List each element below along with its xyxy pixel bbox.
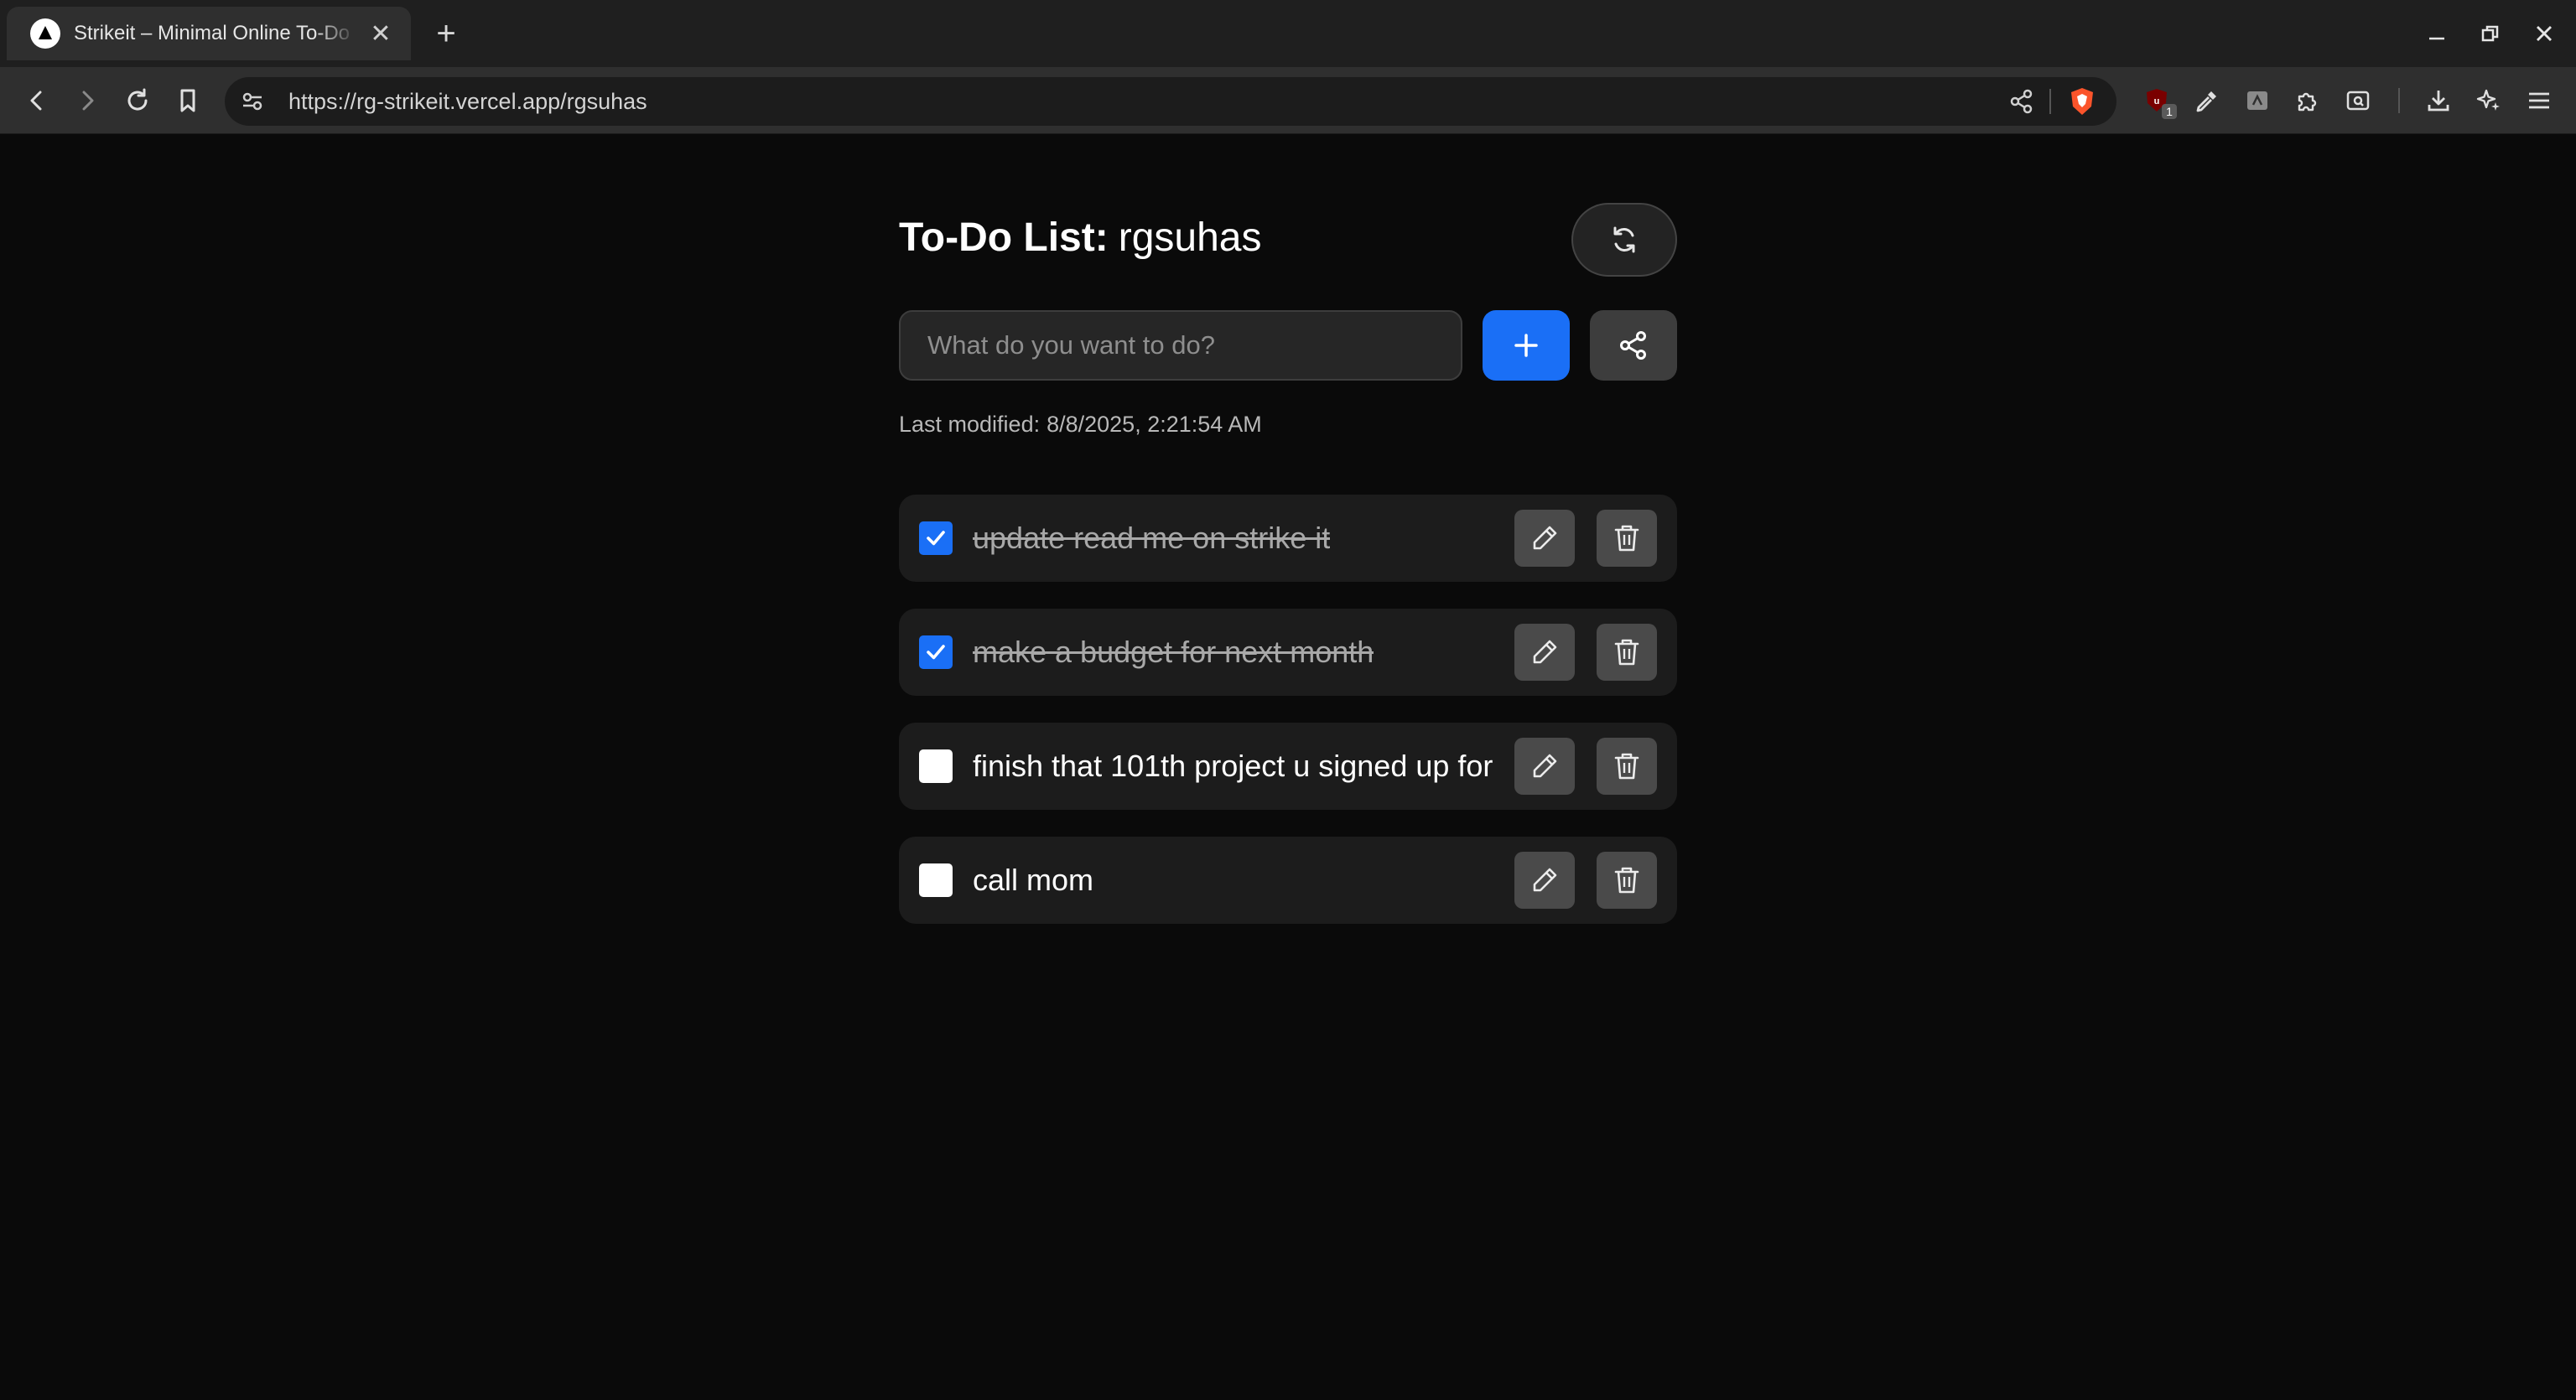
brave-shields-icon[interactable] xyxy=(2068,86,2096,121)
todo-item: call mom xyxy=(899,837,1677,924)
restore-button[interactable] xyxy=(2469,12,2512,55)
checkmark-icon xyxy=(927,531,945,546)
title-prefix: To-Do List: xyxy=(899,215,1109,260)
tab-close-icon[interactable]: ✕ xyxy=(364,19,397,49)
reload-icon xyxy=(127,88,148,111)
back-icon xyxy=(30,91,42,111)
todo-text: call mom xyxy=(973,863,1094,897)
todo-item: update read me on strike it xyxy=(899,495,1677,582)
extension-app-icon xyxy=(2247,91,2267,110)
edit-todo-button[interactable] xyxy=(1514,852,1575,909)
minimize-button[interactable] xyxy=(2415,12,2459,55)
todo-item: finish that 101th project u signed up fo… xyxy=(899,723,1677,810)
plus-icon xyxy=(1514,334,1538,357)
vercel-favicon-icon xyxy=(30,18,60,49)
address-bar[interactable]: https://rg-strikeit.vercel.app/rgsuhas xyxy=(225,77,2116,126)
browser-toolbar: https://rg-strikeit.vercel.app/rgsuhas u… xyxy=(0,67,2576,134)
edit-todo-button[interactable] xyxy=(1514,624,1575,681)
trash-icon xyxy=(1614,639,1639,666)
pencil-icon xyxy=(1533,640,1557,664)
pencil-icon xyxy=(1533,868,1557,892)
url-text: https://rg-strikeit.vercel.app/rgsuhas xyxy=(288,89,647,114)
share-icon xyxy=(1620,331,1646,360)
last-modified-label: Last modified: xyxy=(899,412,1041,437)
bookmark-button[interactable] xyxy=(168,80,208,121)
trash-icon xyxy=(1614,867,1639,894)
edit-todo-button[interactable] xyxy=(1514,738,1575,795)
tab-title: Strikeit – Minimal Online To-Do List xyxy=(74,22,357,44)
todo-text: make a budget for next month xyxy=(973,635,1374,669)
delete-todo-button[interactable] xyxy=(1597,738,1657,795)
main-menu-button[interactable] xyxy=(2519,80,2559,121)
add-todo-button[interactable] xyxy=(1483,310,1570,381)
last-modified-value: 8/8/2025, 2:21:54 AM xyxy=(1046,412,1262,437)
todo-checkbox[interactable] xyxy=(919,749,953,783)
trash-icon xyxy=(1614,753,1639,780)
username: rgsuhas xyxy=(1118,215,1262,260)
restore-icon xyxy=(2481,25,2499,42)
todo-checkbox[interactable] xyxy=(919,521,953,555)
wallet-button[interactable] xyxy=(2338,80,2378,121)
site-settings-icon[interactable] xyxy=(240,89,265,118)
app-header: To-Do List: rgsuhas xyxy=(899,201,1677,278)
extension-badge: 1 xyxy=(2162,104,2177,119)
browser-tab[interactable]: Strikeit – Minimal Online To-Do List ✕ xyxy=(7,7,411,60)
checkmark-icon xyxy=(927,645,945,660)
todo-checkbox[interactable] xyxy=(919,635,953,669)
extensions-button[interactable] xyxy=(2288,80,2328,121)
delete-todo-button[interactable] xyxy=(1597,510,1657,567)
refresh-button[interactable] xyxy=(1571,203,1677,277)
todo-input[interactable] xyxy=(899,310,1462,381)
forward-icon xyxy=(82,91,94,111)
downloads-button[interactable] xyxy=(2418,80,2459,121)
trash-icon xyxy=(1614,525,1639,552)
toolbar-divider xyxy=(2398,88,2400,113)
grammar-extension-button[interactable] xyxy=(2237,80,2277,121)
eyedropper-icon xyxy=(2196,91,2216,112)
todo-item: make a budget for next month xyxy=(899,609,1677,696)
sparkle-icon xyxy=(2476,89,2500,111)
back-button[interactable] xyxy=(17,80,57,121)
bookmark-icon xyxy=(180,89,195,112)
extension-shield-button[interactable]: u 1 xyxy=(2137,80,2177,121)
minimize-icon xyxy=(2429,37,2444,40)
omnibox-divider xyxy=(2049,89,2051,114)
todo-checkbox[interactable] xyxy=(919,863,953,897)
reload-button[interactable] xyxy=(117,80,158,121)
hamburger-menu-icon xyxy=(2529,92,2549,109)
eyedropper-extension-button[interactable] xyxy=(2187,80,2227,121)
add-todo-row xyxy=(899,310,1677,381)
wallet-icon xyxy=(2346,91,2370,111)
leo-ai-button[interactable] xyxy=(2469,80,2509,121)
delete-todo-button[interactable] xyxy=(1597,624,1657,681)
last-modified: Last modified: 8/8/2025, 2:21:54 AM xyxy=(899,411,1262,438)
todo-text: update read me on strike it xyxy=(973,521,1331,555)
pencil-icon xyxy=(1533,754,1557,778)
todo-text: finish that 101th project u signed up fo… xyxy=(973,749,1493,783)
todo-list: update read me on strike it make a budge… xyxy=(899,495,1677,951)
delete-todo-button[interactable] xyxy=(1597,852,1657,909)
tab-strip: Strikeit – Minimal Online To-Do List ✕ + xyxy=(0,0,2576,67)
share-page-icon[interactable] xyxy=(2009,89,2034,118)
refresh-icon xyxy=(1613,226,1635,253)
todo-app: To-Do List:rgsuhas Last modified:8/8/202… xyxy=(899,201,1677,924)
new-tab-button[interactable]: + xyxy=(429,12,463,55)
close-window-button[interactable] xyxy=(2522,12,2566,55)
close-icon xyxy=(2537,26,2552,41)
page-title: To-Do List: rgsuhas xyxy=(899,215,1261,262)
edit-todo-button[interactable] xyxy=(1514,510,1575,567)
download-icon xyxy=(2428,91,2449,111)
puzzle-piece-icon xyxy=(2298,92,2317,111)
forward-button[interactable] xyxy=(67,80,107,121)
share-list-button[interactable] xyxy=(1590,310,1677,381)
pencil-icon xyxy=(1533,526,1557,550)
svg-text:u: u xyxy=(2154,96,2160,106)
